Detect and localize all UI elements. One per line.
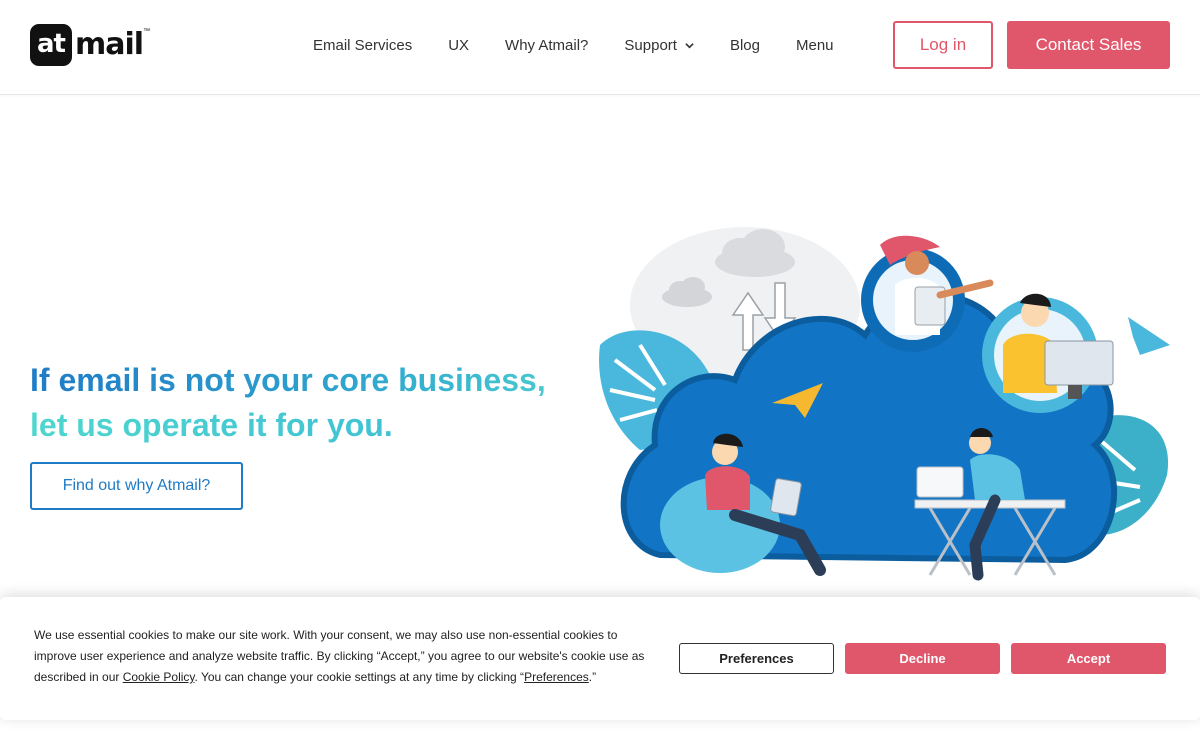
nav-label: Support (624, 37, 677, 54)
hero-heading-line1: If email is not your core business, (30, 358, 590, 403)
main-nav: Email Services UX Why Atmail? Support Bl… (313, 37, 870, 54)
cookie-policy-link[interactable]: Cookie Policy (123, 670, 195, 684)
logo-at-badge: at (30, 24, 72, 66)
accept-button[interactable]: Accept (1011, 643, 1166, 674)
decline-button[interactable]: Decline (845, 643, 1000, 674)
cookie-message: We use essential cookies to make our sit… (34, 625, 659, 688)
nav-blog[interactable]: Blog (730, 37, 760, 54)
nav-label: Blog (729, 37, 760, 54)
atmail-logo[interactable]: at mail ™ (30, 24, 150, 66)
cookie-banner: We use essential cookies to make our sit… (0, 597, 1200, 720)
site-header: at mail ™ Email Services UX Why Atmail? … (0, 0, 1200, 95)
login-button[interactable]: Log in (893, 21, 993, 69)
nav-support[interactable]: Support (624, 37, 694, 54)
cookie-text-part: . You can change your cookie settings at… (194, 670, 525, 684)
preferences-link[interactable]: Preferences (524, 670, 589, 684)
cloud-team-illustration (599, 227, 1170, 581)
nav-why-atmail[interactable]: Why Atmail? (505, 37, 588, 54)
nav-label: Email Services (313, 37, 413, 54)
find-out-why-button[interactable]: Find out why Atmail? (30, 462, 243, 510)
chevron-down-icon (685, 43, 694, 49)
preferences-button[interactable]: Preferences (679, 643, 834, 674)
contact-sales-button[interactable]: Contact Sales (1007, 21, 1170, 69)
nav-label: Why Atmail? (505, 37, 589, 54)
logo-wordmark: mail (75, 27, 144, 62)
nav-label: UX (448, 37, 470, 54)
nav-email-services[interactable]: Email Services (313, 37, 412, 54)
paper-plane-icon (1128, 317, 1170, 355)
nav-label: Menu (795, 37, 834, 54)
nav-ux[interactable]: UX (448, 37, 469, 54)
hero-heading-line2: let us operate it for you. (30, 403, 590, 448)
logo-trademark: ™ (143, 28, 151, 35)
cookie-text-part: .” (588, 670, 597, 684)
nav-menu[interactable]: Menu (796, 37, 834, 54)
hero-heading: If email is not your core business, let … (30, 358, 590, 448)
